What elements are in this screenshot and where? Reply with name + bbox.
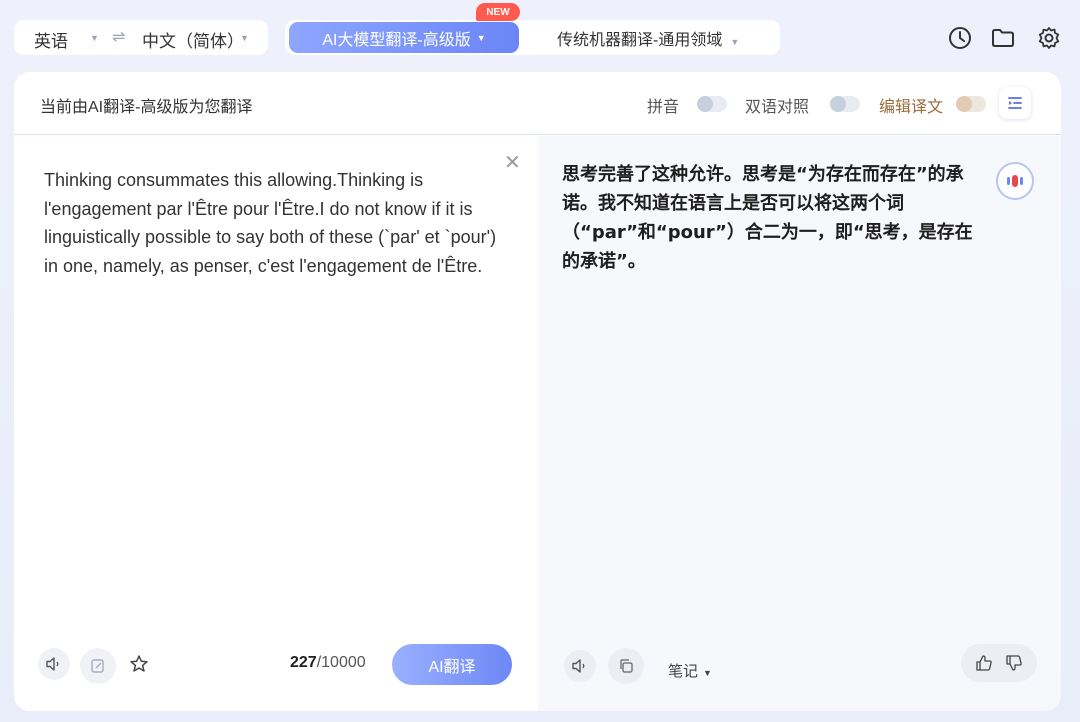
top-bar: 英语 ▼ ⇌ 中文（简体） ▼ AI大模型翻译-高级版 ▼ 传统机器翻译-通用领… — [0, 0, 1080, 72]
source-pane: Thinking consummates this allowing.Think… — [14, 136, 538, 711]
translation-card: 当前由AI翻译-高级版为您翻译 拼音 双语对照 编辑译文 Thinking co… — [14, 72, 1061, 711]
speaker-icon[interactable] — [564, 650, 596, 682]
star-icon[interactable] — [129, 654, 149, 674]
close-icon[interactable]: ✕ — [504, 150, 521, 175]
ai-mode-tab[interactable]: AI大模型翻译-高级版 ▼ — [289, 22, 519, 53]
chevron-down-icon: ▼ — [476, 32, 486, 43]
edit-document-icon[interactable] — [80, 648, 116, 684]
thumbs-down-icon[interactable] — [1005, 654, 1023, 672]
card-header: 当前由AI翻译-高级版为您翻译 拼音 双语对照 编辑译文 — [14, 72, 1061, 135]
thumbs-up-icon[interactable] — [975, 654, 993, 672]
char-count: 227 — [290, 654, 317, 671]
chevron-down-icon: ▼ — [703, 668, 712, 678]
history-clock-icon[interactable] — [947, 25, 973, 51]
engine-status-title: 当前由AI翻译-高级版为您翻译 — [40, 99, 253, 116]
layout-menu-button[interactable] — [999, 87, 1031, 119]
settings-gear-icon[interactable] — [1036, 25, 1062, 51]
feedback-group — [961, 644, 1037, 682]
translated-text: 思考完善了这种允许。思考是“为存在而存在”的承诺。我不知道在语言上是否可以将这两… — [562, 164, 973, 272]
language-selector: 英语 ▼ ⇌ 中文（简体） ▼ — [14, 20, 268, 55]
align-lines-icon — [1008, 97, 1022, 109]
ai-translate-button[interactable]: AI翻译 — [392, 644, 512, 685]
notes-label: 笔记 — [668, 663, 699, 680]
pinyin-label: 拼音 — [647, 99, 680, 116]
ai-mode-label: AI大模型翻译-高级版 — [322, 31, 471, 49]
character-counter: 227/10000 — [290, 654, 366, 672]
edit-translation-label: 编辑译文 — [879, 99, 944, 116]
target-language-label: 中文（简体） — [142, 32, 244, 51]
swap-arrows-icon[interactable]: ⇌ — [112, 27, 125, 47]
source-language-label: 英语 — [34, 32, 68, 51]
chevron-down-icon: ▼ — [90, 33, 99, 43]
voice-playback-icon[interactable] — [996, 162, 1034, 200]
standard-mode-tab[interactable]: 传统机器翻译-通用领域 ▼ — [557, 26, 739, 50]
target-pane: 思考完善了这种允许。思考是“为存在而存在”的承诺。我不知道在语言上是否可以将这两… — [538, 136, 1061, 711]
new-badge: NEW — [476, 3, 520, 21]
copy-icon[interactable] — [608, 648, 644, 684]
target-language-dropdown[interactable]: 中文（简体） — [142, 27, 244, 52]
folder-icon[interactable] — [990, 25, 1016, 51]
source-text-input[interactable]: Thinking consummates this allowing.Think… — [44, 166, 504, 280]
speaker-icon[interactable] — [38, 648, 70, 680]
edit-translation-toggle[interactable] — [956, 96, 986, 112]
source-language-dropdown[interactable]: 英语 — [34, 27, 68, 52]
chevron-down-icon: ▼ — [730, 37, 740, 47]
translation-mode-switch: AI大模型翻译-高级版 ▼ 传统机器翻译-通用领域 ▼ — [285, 20, 780, 55]
bilingual-toggle[interactable] — [830, 96, 860, 112]
char-max: /10000 — [316, 654, 366, 671]
standard-mode-label: 传统机器翻译-通用领域 — [557, 32, 723, 49]
chevron-down-icon: ▼ — [240, 33, 249, 43]
pinyin-toggle[interactable] — [697, 96, 727, 112]
bilingual-label: 双语对照 — [745, 99, 810, 116]
notes-dropdown[interactable]: 笔记 ▼ — [668, 660, 712, 681]
